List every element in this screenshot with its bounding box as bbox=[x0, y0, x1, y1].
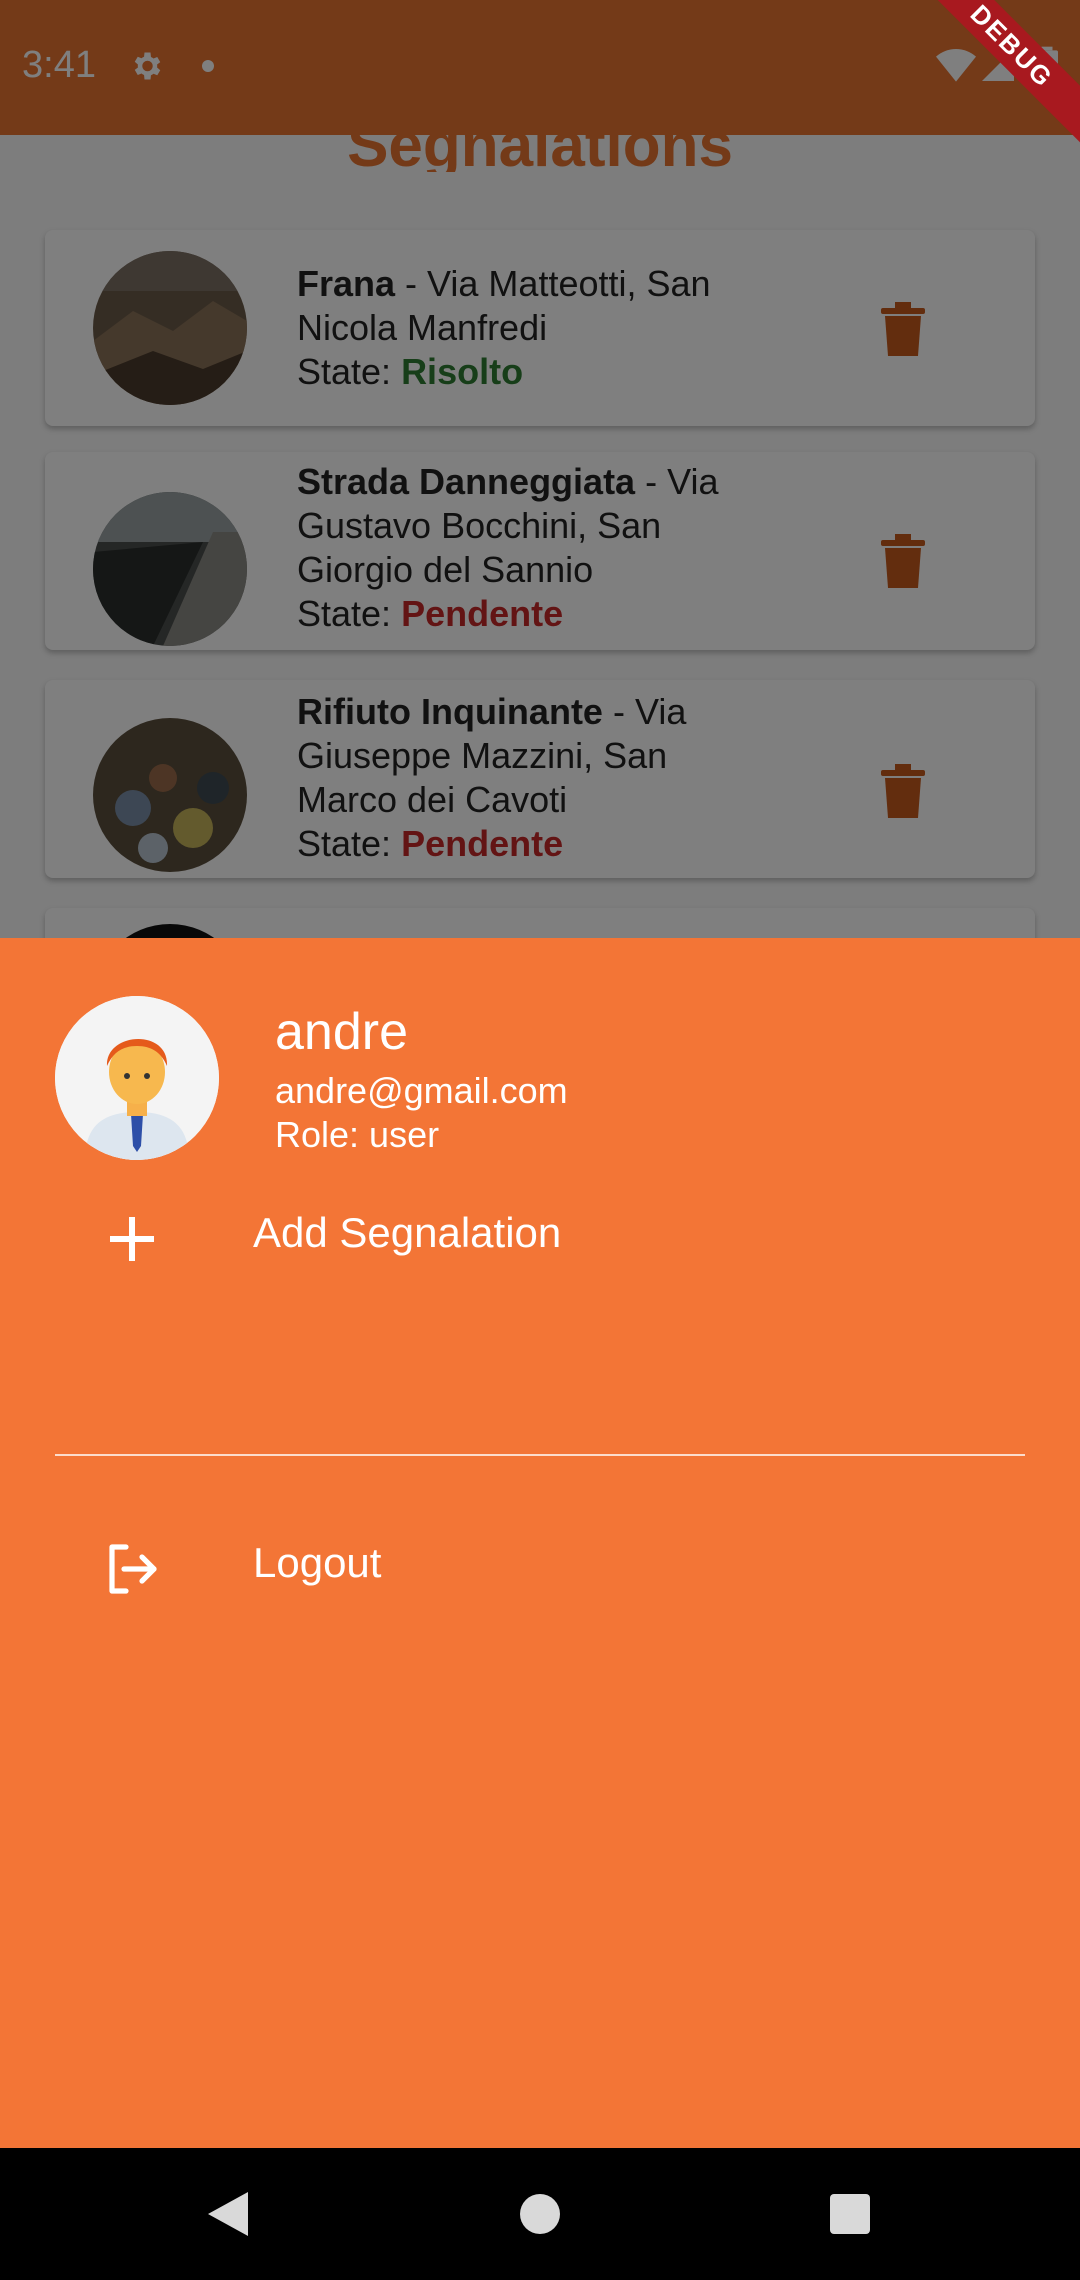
add-segnalation-menu-item[interactable]: Add Segnalation bbox=[0, 1171, 1080, 1291]
user-avatar bbox=[55, 996, 219, 1160]
navigation-drawer: andre andre@gmail.com Role: user Add Seg… bbox=[0, 938, 1080, 2148]
logout-icon bbox=[109, 1544, 157, 1594]
recents-icon[interactable] bbox=[830, 2194, 870, 2234]
back-icon[interactable] bbox=[208, 2192, 248, 2236]
user-email: andre@gmail.com bbox=[275, 1070, 568, 1111]
user-role: Role: user bbox=[275, 1114, 440, 1155]
drawer-scrim[interactable] bbox=[0, 0, 1080, 940]
menu-item-label: Logout bbox=[253, 1539, 382, 1586]
menu-item-label: Add Segnalation bbox=[253, 1209, 562, 1256]
plus-icon bbox=[110, 1217, 154, 1261]
logout-menu-item[interactable]: Logout bbox=[0, 1501, 1080, 1621]
system-navigation-bar bbox=[0, 2148, 1080, 2280]
home-icon[interactable] bbox=[520, 2194, 560, 2234]
menu-divider bbox=[55, 1454, 1025, 1456]
user-name: andre bbox=[275, 1003, 408, 1061]
